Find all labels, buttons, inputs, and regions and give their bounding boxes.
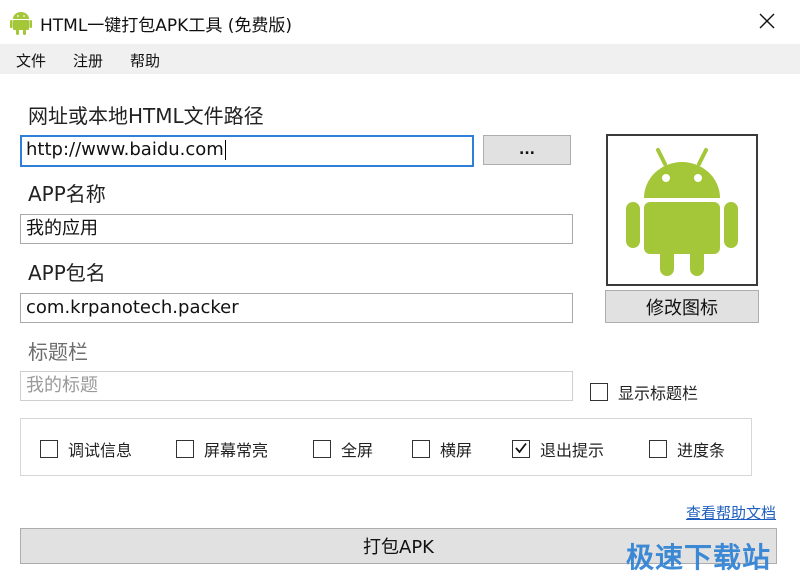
- show-title-bar-label: 显示标题栏: [618, 384, 699, 403]
- change-icon-button[interactable]: 修改图标: [605, 290, 759, 323]
- help-docs-link[interactable]: 查看帮助文档: [686, 502, 776, 523]
- menu-file[interactable]: 文件: [16, 50, 46, 71]
- title-placeholder: 我的标题: [26, 375, 98, 396]
- text-caret: [224, 140, 226, 160]
- option-label: 全屏: [341, 441, 374, 460]
- package-name-label: APP包名: [28, 261, 106, 285]
- show-title-bar-option[interactable]: 显示标题栏: [590, 380, 698, 404]
- option-debug-info[interactable]: 调试信息: [40, 437, 132, 461]
- app-name-value: 我的应用: [26, 218, 98, 239]
- watermark-text: 极速下载站: [626, 541, 772, 574]
- option-keep-screen-on[interactable]: 屏幕常亮: [176, 437, 268, 461]
- android-app-icon: [10, 11, 32, 35]
- title-bar: HTML一键打包APK工具 (免费版): [0, 0, 800, 44]
- option-checkbox[interactable]: [40, 440, 58, 458]
- title-input[interactable]: 我的标题: [20, 371, 573, 401]
- url-label: 网址或本地HTML文件路径: [28, 104, 264, 128]
- package-name-value: com.krpanotech.packer: [26, 297, 239, 318]
- app-icon-preview: [606, 134, 758, 286]
- show-title-bar-checkbox[interactable]: [590, 383, 608, 401]
- url-input[interactable]: http://www.baidu.com: [20, 135, 474, 167]
- close-icon: [759, 13, 775, 33]
- option-label: 横屏: [440, 441, 473, 460]
- option-landscape[interactable]: 横屏: [412, 437, 472, 461]
- option-checkbox[interactable]: [176, 440, 194, 458]
- menu-bar: [0, 44, 800, 74]
- url-value: http://www.baidu.com: [26, 139, 224, 160]
- option-progress-bar[interactable]: 进度条: [649, 437, 725, 461]
- menu-register[interactable]: 注册: [73, 50, 103, 71]
- window-title: HTML一键打包APK工具 (免费版): [40, 16, 293, 36]
- option-label: 进度条: [677, 441, 726, 460]
- option-fullscreen[interactable]: 全屏: [313, 437, 373, 461]
- checkmark-icon: [514, 440, 528, 459]
- option-exit-prompt[interactable]: 退出提示: [512, 437, 604, 461]
- package-name-input[interactable]: com.krpanotech.packer: [20, 293, 573, 323]
- option-checkbox[interactable]: [649, 440, 667, 458]
- option-label: 调试信息: [68, 441, 133, 460]
- app-name-input[interactable]: 我的应用: [20, 214, 573, 244]
- option-checkbox[interactable]: [313, 440, 331, 458]
- option-label: 屏幕常亮: [204, 441, 269, 460]
- android-robot-icon: [624, 140, 740, 280]
- browse-button[interactable]: ...: [483, 135, 571, 165]
- option-checkbox[interactable]: [512, 440, 530, 458]
- option-checkbox[interactable]: [412, 440, 430, 458]
- option-label: 退出提示: [540, 441, 605, 460]
- title-bar-label: 标题栏: [28, 340, 88, 364]
- app-name-label: APP名称: [28, 182, 106, 206]
- close-button[interactable]: [750, 6, 784, 40]
- menu-help[interactable]: 帮助: [130, 50, 160, 71]
- app-window: HTML一键打包APK工具 (免费版) 文件 注册 帮助 网址或本地HTML文件…: [0, 0, 800, 585]
